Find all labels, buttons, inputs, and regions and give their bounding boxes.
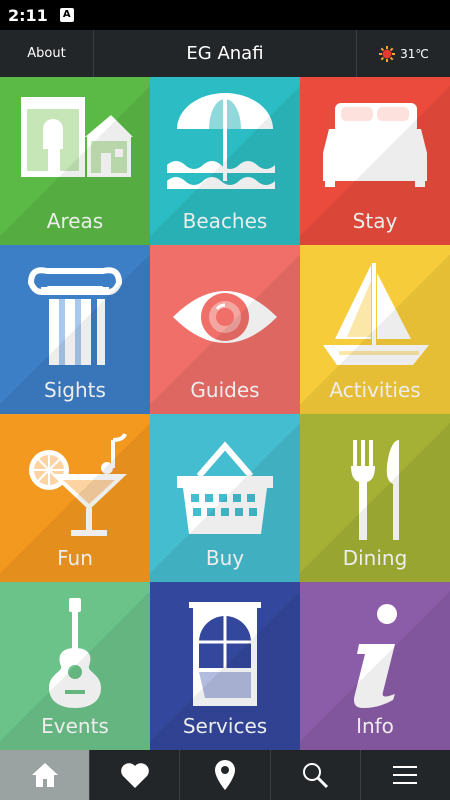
nav-home[interactable]: [0, 750, 91, 800]
tile-label: Beaches: [182, 209, 268, 233]
tile-label: Stay: [352, 209, 398, 233]
nav-menu[interactable]: [361, 750, 450, 800]
tile-stay[interactable]: Stay: [300, 77, 450, 245]
menu-icon: [393, 766, 418, 784]
tile-activities[interactable]: Activities: [300, 245, 450, 414]
tile-label: Sights: [44, 378, 106, 402]
column-icon: [27, 267, 123, 365]
sailboat-icon: [323, 263, 429, 365]
weather-widget: 31℃: [356, 30, 450, 77]
app-header: About EG Anafi 31℃: [0, 30, 450, 77]
cocktail-icon: [29, 433, 127, 536]
app-title: EG Anafi: [186, 43, 264, 64]
tile-beaches[interactable]: Beaches: [150, 77, 300, 245]
tile-label: Fun: [57, 546, 93, 570]
tile-fun[interactable]: Fun: [0, 414, 150, 582]
info-icon: [354, 604, 397, 708]
umbrella-icon: [167, 93, 275, 189]
tile-label: Services: [182, 714, 268, 738]
map-pin-icon: [215, 760, 235, 790]
tile-label: Info: [356, 714, 394, 738]
category-grid: Areas Beaches Stay Sights Guides Activit…: [0, 77, 450, 750]
status-bar: 2:11 A: [0, 0, 450, 30]
a-icon: A: [59, 8, 74, 22]
tile-services[interactable]: Services: [150, 582, 300, 750]
bed-icon: [323, 103, 427, 187]
tile-areas[interactable]: Areas: [0, 77, 150, 245]
tile-label: Dining: [342, 546, 408, 570]
tile-label: Activities: [329, 378, 421, 402]
home-icon: [31, 763, 58, 787]
tile-dining[interactable]: Dining: [300, 414, 450, 582]
tile-sights[interactable]: Sights: [0, 245, 150, 414]
bottom-nav: [0, 750, 450, 800]
fork-knife-icon: [351, 440, 399, 540]
status-time: 2:11: [8, 5, 48, 25]
about-button[interactable]: About: [0, 30, 94, 77]
tile-buy[interactable]: Buy: [150, 414, 300, 582]
nav-search[interactable]: [271, 750, 361, 800]
sun-icon: [379, 45, 396, 62]
tile-label: Buy: [205, 546, 245, 570]
heart-icon: [120, 763, 149, 788]
tile-events[interactable]: Events: [0, 582, 150, 750]
houses-icon: [21, 97, 133, 177]
guitar-icon: [49, 598, 101, 708]
tile-label: Areas: [46, 209, 104, 233]
tile-label: Guides: [190, 378, 260, 402]
tile-label: Events: [41, 714, 109, 738]
nav-map[interactable]: [180, 750, 271, 800]
search-icon: [303, 763, 329, 789]
nav-favorites[interactable]: [90, 750, 181, 800]
tile-info[interactable]: Info: [300, 582, 450, 750]
eye-icon: [173, 291, 277, 343]
basket-icon: [177, 441, 273, 534]
window-icon: [189, 602, 261, 706]
tile-guides[interactable]: Guides: [150, 245, 300, 414]
temperature: 31℃: [400, 46, 429, 61]
